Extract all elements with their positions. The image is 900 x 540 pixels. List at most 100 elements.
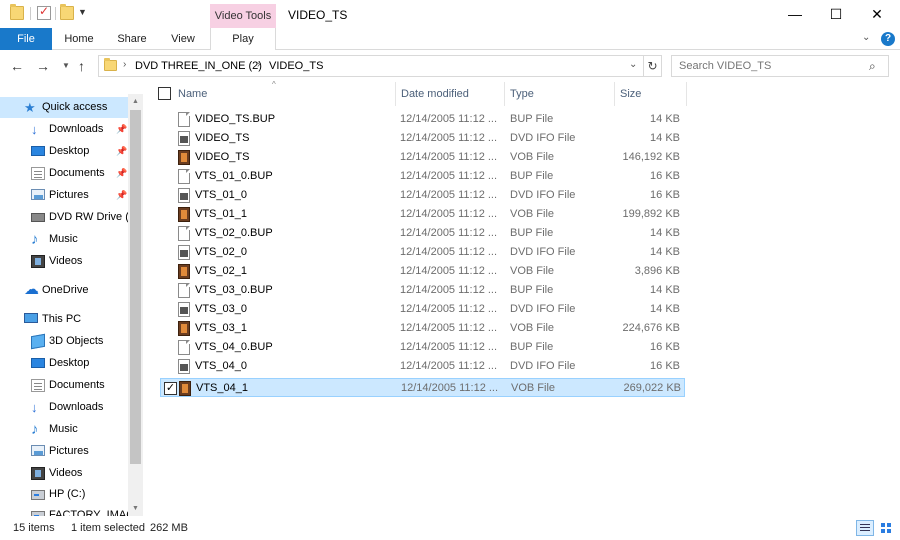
sidebar-item-downloads[interactable]: ↓ Downloads <box>0 397 131 418</box>
file-row[interactable]: VIDEO_TS.BUP 12/14/2005 11:12 ... BUP Fi… <box>160 110 685 129</box>
pin-icon[interactable]: 📌 <box>116 141 127 162</box>
file-type: BUP File <box>510 284 554 296</box>
breadcrumb-drive[interactable]: DVD THREE_IN_ONE (2) <box>135 60 262 72</box>
file-name: VTS_02_1 <box>195 265 247 277</box>
sidebar-item-onedrive[interactable]: ☁ OneDrive <box>0 280 131 301</box>
search-icon[interactable]: ⌕ <box>869 59 876 74</box>
select-all-checkbox[interactable] <box>158 87 171 100</box>
details-view-icon[interactable] <box>856 520 874 536</box>
address-dropdown-chevron-icon[interactable]: ⌄ <box>629 59 637 70</box>
minimize-button[interactable]: — <box>772 0 818 28</box>
column-header-date-modified[interactable]: Date modified <box>401 82 469 106</box>
sidebar-item-label: Desktop <box>49 357 90 369</box>
sidebar-item-dvd-rw-drive[interactable]: DVD RW Drive (E <box>0 207 131 228</box>
sidebar-item-desktop[interactable]: Desktop 📌 <box>0 141 131 162</box>
close-button[interactable]: ✕ <box>854 0 900 28</box>
folder-icon[interactable] <box>10 4 24 20</box>
properties-checkmark-icon[interactable] <box>37 4 51 20</box>
file-row[interactable]: VTS_02_0.BUP 12/14/2005 11:12 ... BUP Fi… <box>160 224 685 243</box>
recent-locations-chevron-icon[interactable]: ▼ <box>62 61 70 70</box>
tab-view[interactable]: View <box>160 28 206 50</box>
search-input[interactable] <box>671 55 889 77</box>
file-name: VTS_02_0 <box>195 246 247 258</box>
title-bar: ▼ Video Tools VIDEO_TS — ☐ ✕ <box>0 0 900 28</box>
breadcrumb-folder[interactable]: VIDEO_TS <box>269 60 323 72</box>
sidebar-item-desktop[interactable]: Desktop <box>0 353 131 374</box>
sidebar-item-label: This PC <box>42 313 82 325</box>
file-type: DVD IFO File <box>510 303 576 315</box>
file-row[interactable]: VTS_04_0 12/14/2005 11:12 ... DVD IFO Fi… <box>160 357 685 376</box>
sidebar-item-label: Pictures <box>49 189 89 201</box>
sidebar-item-3d-objects[interactable]: 3D Objects <box>0 331 131 352</box>
file-date: 12/14/2005 11:12 ... <box>400 189 498 201</box>
bup-file-icon <box>178 169 190 184</box>
tab-home[interactable]: Home <box>55 28 103 50</box>
sidebar-item-label: Music <box>49 423 78 435</box>
up-arrow-icon[interactable]: ↑ <box>78 58 85 74</box>
column-divider[interactable] <box>395 82 396 106</box>
column-divider[interactable] <box>504 82 505 106</box>
file-row[interactable]: VTS_04_0.BUP 12/14/2005 11:12 ... BUP Fi… <box>160 338 685 357</box>
file-row-selected[interactable]: ✓ VTS_04_1 12/14/2005 11:12 ... VOB File… <box>160 378 685 397</box>
forward-arrow-icon[interactable]: → <box>36 58 50 74</box>
sidebar-item-documents[interactable]: Documents 📌 <box>0 163 131 184</box>
help-icon[interactable]: ? <box>881 32 895 46</box>
file-type: VOB File <box>510 265 555 277</box>
scroll-up-arrow-icon[interactable]: ▲ <box>128 94 143 109</box>
address-bar[interactable]: › DVD THREE_IN_ONE (2) › VIDEO_TS ⌄ <box>98 55 644 77</box>
tab-play[interactable]: Play <box>210 28 276 50</box>
refresh-icon[interactable]: ↻ <box>644 55 662 77</box>
sidebar-item-pictures[interactable]: Pictures 📌 <box>0 185 131 206</box>
new-folder-icon[interactable] <box>60 4 74 20</box>
column-divider[interactable] <box>686 82 687 106</box>
tab-file[interactable]: File <box>0 28 52 50</box>
sidebar-item-pictures[interactable]: Pictures <box>0 441 131 462</box>
row-checkbox-checked[interactable]: ✓ <box>164 382 177 395</box>
sidebar-item-hp-c[interactable]: HP (C:) <box>0 484 131 505</box>
sidebar-item-videos[interactable]: Videos <box>0 463 131 484</box>
file-row[interactable]: VIDEO_TS 12/14/2005 11:12 ... DVD IFO Fi… <box>160 129 685 148</box>
file-row[interactable]: VIDEO_TS 12/14/2005 11:12 ... VOB File 1… <box>160 148 685 167</box>
file-row[interactable]: VTS_01_1 12/14/2005 11:12 ... VOB File 1… <box>160 205 685 224</box>
tab-share[interactable]: Share <box>108 28 156 50</box>
sidebar-item-music[interactable]: ♪ Music <box>0 419 131 440</box>
file-date: 12/14/2005 11:12 ... <box>400 341 498 353</box>
bup-file-icon <box>178 340 190 355</box>
customize-quick-access-chevron-icon[interactable]: ▼ <box>78 7 87 17</box>
nav-scrollbar-thumb[interactable] <box>130 110 141 464</box>
file-row[interactable]: VTS_01_0.BUP 12/14/2005 11:12 ... BUP Fi… <box>160 167 685 186</box>
sidebar-item-label: HP (C:) <box>49 488 86 500</box>
sidebar-item-factory-image[interactable]: FACTORY_IMAG <box>0 505 131 516</box>
maximize-button[interactable]: ☐ <box>813 0 859 28</box>
pin-icon[interactable]: 📌 <box>116 119 127 140</box>
sidebar-item-quick-access[interactable]: ★ Quick access <box>0 97 131 118</box>
documents-icon <box>31 379 45 392</box>
file-size: 14 KB <box>650 132 680 144</box>
sidebar-item-music[interactable]: ♪ Music <box>0 229 131 250</box>
file-row[interactable]: VTS_03_0 12/14/2005 11:12 ... DVD IFO Fi… <box>160 300 685 319</box>
file-row[interactable]: VTS_03_1 12/14/2005 11:12 ... VOB File 2… <box>160 319 685 338</box>
scroll-down-arrow-icon[interactable]: ▼ <box>128 501 143 516</box>
column-header-type[interactable]: Type <box>510 82 534 106</box>
sidebar-item-videos[interactable]: Videos <box>0 251 131 272</box>
pin-icon[interactable]: 📌 <box>116 163 127 184</box>
column-divider[interactable] <box>614 82 615 106</box>
sidebar-item-downloads[interactable]: ↓ Downloads 📌 <box>0 119 131 140</box>
column-header-size[interactable]: Size <box>620 82 641 106</box>
file-row[interactable]: VTS_02_1 12/14/2005 11:12 ... VOB File 3… <box>160 262 685 281</box>
file-row[interactable]: VTS_02_0 12/14/2005 11:12 ... DVD IFO Fi… <box>160 243 685 262</box>
pin-icon[interactable]: 📌 <box>116 185 127 206</box>
breadcrumb-separator[interactable]: › <box>123 59 126 70</box>
file-name: VTS_03_0 <box>195 303 247 315</box>
sidebar-item-this-pc[interactable]: This PC <box>0 309 131 330</box>
file-row[interactable]: VTS_03_0.BUP 12/14/2005 11:12 ... BUP Fi… <box>160 281 685 300</box>
ifo-file-icon <box>178 359 190 374</box>
large-icons-view-icon[interactable] <box>878 520 894 536</box>
file-row[interactable]: VTS_01_0 12/14/2005 11:12 ... DVD IFO Fi… <box>160 186 685 205</box>
column-header-name[interactable]: Name <box>178 82 207 106</box>
sidebar-item-documents[interactable]: Documents <box>0 375 131 396</box>
expand-ribbon-chevron-icon[interactable]: ⌄ <box>862 32 870 43</box>
file-name: VTS_03_0.BUP <box>195 284 273 296</box>
breadcrumb-separator[interactable]: › <box>257 59 260 70</box>
back-arrow-icon[interactable]: ← <box>10 58 24 74</box>
